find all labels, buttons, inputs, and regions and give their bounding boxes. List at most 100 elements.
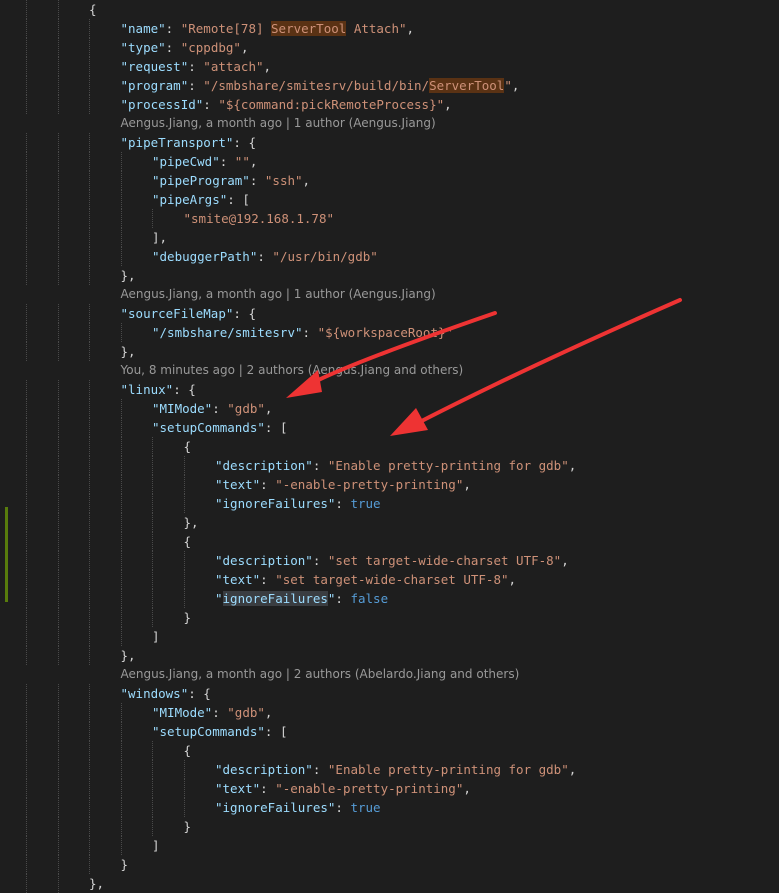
code-text: "ignoreFailures": true bbox=[215, 494, 381, 513]
code-token: ignoreFailures bbox=[222, 591, 328, 606]
code-line: } bbox=[0, 817, 779, 836]
code-token: "request" bbox=[120, 59, 189, 74]
code-text: } bbox=[184, 608, 192, 627]
code-line: "/smbshare/smitesrv": "${workspaceRoot}" bbox=[0, 323, 779, 342]
code-text: ], bbox=[152, 228, 167, 247]
code-token: "pipeCwd" bbox=[152, 154, 220, 169]
code-token: false bbox=[350, 591, 389, 606]
code-line: }, bbox=[0, 513, 779, 532]
code-text: "/smbshare/smitesrv": "${workspaceRoot}" bbox=[152, 323, 453, 342]
code-token: : bbox=[260, 781, 276, 796]
code-token: : bbox=[188, 59, 204, 74]
code-text: "debuggerPath": "/usr/bin/gdb" bbox=[152, 247, 378, 266]
code-line: }, bbox=[0, 266, 779, 285]
code-token: "type" bbox=[120, 40, 166, 55]
code-line: ], bbox=[0, 228, 779, 247]
code-text: "text": "-enable-pretty-printing", bbox=[215, 779, 471, 798]
code-line: "description": "Enable pretty-printing f… bbox=[0, 456, 779, 475]
code-line: }, bbox=[0, 874, 779, 893]
code-line: "setupCommands": [ bbox=[0, 722, 779, 741]
code-token: "gdb" bbox=[227, 705, 265, 720]
code-token: "smite@192.168.1.78" bbox=[183, 211, 335, 226]
code-token: "${workspaceRoot}" bbox=[317, 325, 454, 340]
code-text: "setupCommands": [ bbox=[152, 722, 287, 741]
code-text: "description": "Enable pretty-printing f… bbox=[215, 760, 576, 779]
code-token: : bbox=[212, 705, 228, 720]
code-text: "pipeArgs": [ bbox=[152, 190, 250, 209]
code-token: "description" bbox=[215, 553, 313, 568]
code-text: { bbox=[89, 0, 97, 19]
codelens-blame[interactable]: Aengus.Jiang, a month ago | 1 author (Ae… bbox=[121, 114, 436, 133]
code-line: "debuggerPath": "/usr/bin/gdb" bbox=[0, 247, 779, 266]
code-token: , bbox=[463, 477, 471, 492]
code-token: { bbox=[183, 534, 192, 549]
code-token: "description" bbox=[215, 458, 313, 473]
code-line: "pipeCwd": "", bbox=[0, 152, 779, 171]
code-line: }, bbox=[0, 342, 779, 361]
code-token: , bbox=[511, 78, 520, 93]
code-token: , bbox=[561, 553, 569, 568]
code-token: ] bbox=[152, 838, 160, 853]
code-text: "program": "/smbshare/smitesrv/build/bin… bbox=[120, 76, 520, 95]
code-token: : bbox=[212, 401, 228, 416]
code-token: "-enable-pretty-printing" bbox=[275, 781, 464, 796]
code-text: }, bbox=[121, 266, 136, 285]
code-token: " bbox=[504, 78, 512, 93]
code-line: } bbox=[0, 855, 779, 874]
code-token: "${command:pickRemoteProcess}" bbox=[218, 97, 445, 112]
code-text: "pipeCwd": "", bbox=[152, 152, 257, 171]
code-token: "text" bbox=[215, 477, 261, 492]
code-line: "pipeProgram": "ssh", bbox=[0, 171, 779, 190]
code-token: , bbox=[508, 572, 517, 587]
code-token: "ignoreFailures" bbox=[215, 800, 336, 815]
code-token: , bbox=[444, 97, 452, 112]
code-line: { bbox=[0, 741, 779, 760]
code-token: : { bbox=[188, 686, 211, 701]
code-token: : bbox=[257, 249, 273, 264]
codelens-blame[interactable]: Aengus.Jiang, a month ago | 2 authors (A… bbox=[121, 665, 520, 684]
code-token: : bbox=[335, 496, 351, 511]
codelens-blame[interactable]: You, 8 minutes ago | 2 authors (Aengus.J… bbox=[121, 361, 464, 380]
code-token: Attach" bbox=[346, 21, 407, 36]
code-editor[interactable]: {"name": "Remote[78] ServerTool Attach",… bbox=[0, 0, 779, 893]
code-text: "setupCommands": [ bbox=[152, 418, 287, 437]
code-token: }, bbox=[120, 648, 136, 663]
code-line: "request": "attach", bbox=[0, 57, 779, 76]
code-token: : [ bbox=[227, 192, 250, 207]
code-text: "ignoreFailures": false bbox=[215, 589, 388, 608]
code-token: "program" bbox=[120, 78, 189, 93]
code-token: " bbox=[215, 591, 223, 606]
code-line: "description": "set target-wide-charset … bbox=[0, 551, 779, 570]
code-token: "/smbshare/smitesrv" bbox=[152, 325, 303, 340]
code-line: "pipeTransport": { bbox=[0, 133, 779, 152]
code-text: }, bbox=[121, 342, 136, 361]
code-token: "gdb" bbox=[227, 401, 265, 416]
code-line: } bbox=[0, 608, 779, 627]
codelens-blame[interactable]: Aengus.Jiang, a month ago | 1 author (Ae… bbox=[121, 285, 436, 304]
code-token: : bbox=[188, 78, 204, 93]
code-token: , bbox=[406, 21, 415, 36]
code-token: "pipeTransport" bbox=[120, 135, 234, 150]
code-line: "text": "-enable-pretty-printing", bbox=[0, 779, 779, 798]
code-text: "linux": { bbox=[121, 380, 196, 399]
code-token: : bbox=[335, 800, 351, 815]
code-line: "MIMode": "gdb", bbox=[0, 399, 779, 418]
code-token: , bbox=[263, 59, 272, 74]
code-token: "set target-wide-charset UTF-8" bbox=[275, 572, 509, 587]
code-text: ] bbox=[152, 627, 160, 646]
code-line: "ignoreFailures": false bbox=[0, 589, 779, 608]
code-token: "Remote[78] bbox=[180, 21, 272, 36]
code-text: ] bbox=[152, 836, 160, 855]
code-token: ] bbox=[152, 629, 160, 644]
code-token: , bbox=[264, 401, 273, 416]
code-token: , bbox=[264, 705, 273, 720]
code-token: "pipeProgram" bbox=[152, 173, 250, 188]
code-text: "windows": { bbox=[121, 684, 211, 703]
code-text: }, bbox=[184, 513, 199, 532]
code-token: : bbox=[312, 762, 328, 777]
code-token: : bbox=[335, 591, 351, 606]
code-token: "text" bbox=[215, 781, 261, 796]
code-token: "MIMode" bbox=[152, 705, 213, 720]
code-token: , bbox=[463, 781, 471, 796]
code-token: : bbox=[312, 553, 328, 568]
